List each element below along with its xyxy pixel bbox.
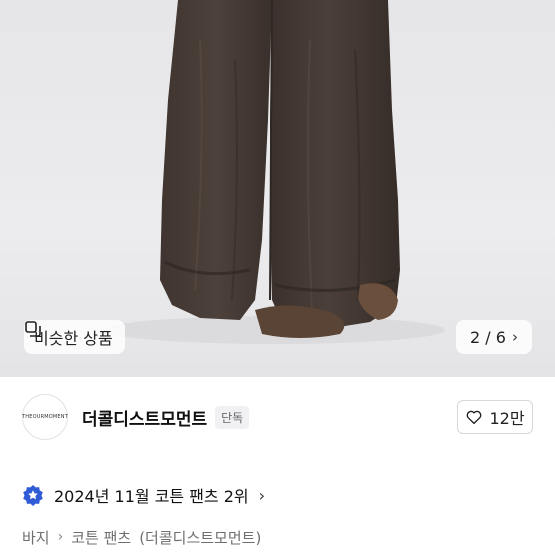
- similar-products-button[interactable]: 비슷한 상품: [24, 320, 125, 354]
- shop-logo-text: THEOURMOMENT: [22, 414, 68, 420]
- chevron-right-icon: ›: [511, 328, 518, 346]
- exclusive-badge: 단독: [215, 405, 250, 429]
- shop-name-link[interactable]: 더콜디스트모먼트: [82, 405, 207, 430]
- copy-icon: [25, 321, 41, 337]
- shop-info-row: THEOURMOMENT 더콜디스트모먼트 단독 12만: [0, 377, 555, 457]
- breadcrumb-item-brand[interactable]: (더콜디스트모먼트): [139, 527, 261, 548]
- chevron-right-icon: ›: [57, 529, 64, 545]
- like-count: 12만: [489, 409, 525, 428]
- ranking-link[interactable]: 2024년 11월 코튼 팬츠 2위 ›: [22, 480, 265, 510]
- ranking-badge-icon: [23, 485, 43, 506]
- ranking-text: 2024년 11월 코튼 팬츠 2위: [54, 487, 249, 506]
- breadcrumb-item-cotton-pants[interactable]: 코튼 팬츠: [71, 527, 131, 548]
- breadcrumb: 바지 › 코튼 팬츠 (더콜디스트모먼트): [22, 524, 261, 550]
- image-pager-button[interactable]: 2 / 6 ›: [456, 320, 532, 354]
- breadcrumb-item-pants[interactable]: 바지: [22, 527, 50, 548]
- like-button[interactable]: 12만: [457, 400, 533, 434]
- shop-logo[interactable]: THEOURMOMENT: [22, 394, 68, 440]
- product-image[interactable]: 비슷한 상품 2 / 6 ›: [0, 0, 555, 377]
- similar-products-label: 비슷한 상품: [34, 329, 113, 348]
- page-indicator: 2 / 6: [470, 327, 506, 347]
- heart-icon: [467, 410, 482, 425]
- chevron-right-icon: ›: [258, 485, 266, 505]
